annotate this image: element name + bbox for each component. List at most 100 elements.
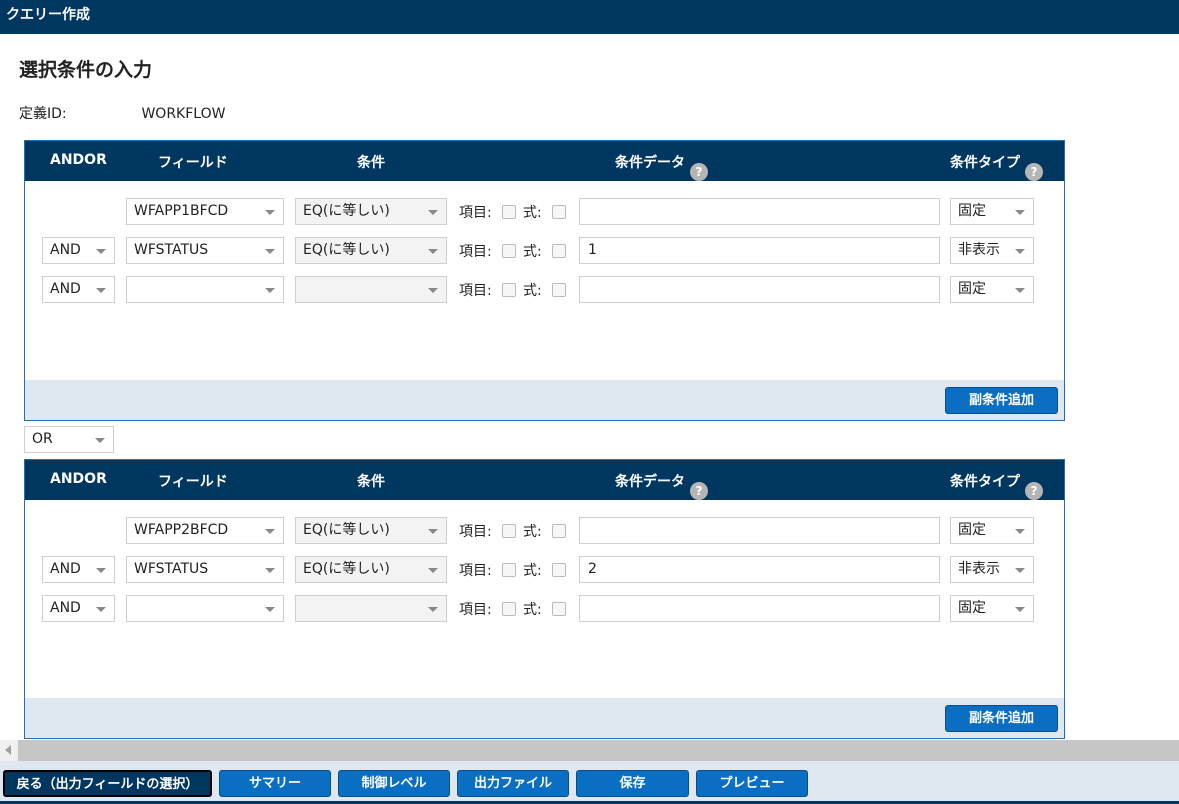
expr-checkbox[interactable]	[552, 244, 566, 258]
item-checkbox[interactable]	[502, 244, 516, 258]
field-select-value: WFSTATUS	[134, 242, 209, 258]
condition-data-input[interactable]	[579, 517, 940, 544]
expr-checkbox[interactable]	[552, 205, 566, 219]
chevron-down-icon	[428, 529, 438, 534]
condition-data-input[interactable]: 2	[579, 556, 940, 583]
item-checkbox[interactable]	[502, 283, 516, 297]
group-rows: WFAPP1BFCD EQ(に等しい) 項目: 式: 固定 AND WFSTAT…	[25, 181, 1064, 381]
help-icon[interactable]: ?	[1025, 482, 1043, 500]
item-checkbox[interactable]	[502, 205, 516, 219]
andor-select-value: AND	[50, 561, 81, 577]
expr-label: 式:	[523, 244, 542, 260]
andor-select[interactable]: AND	[42, 556, 115, 583]
chevron-down-icon	[428, 210, 438, 215]
col-condition-data: 条件データ?	[615, 471, 708, 500]
item-label: 項目:	[459, 602, 492, 618]
condition-data-input[interactable]	[579, 198, 940, 225]
chevron-down-icon	[265, 249, 275, 254]
col-condition-data-label: 条件データ	[615, 474, 685, 490]
col-condition-type: 条件タイプ?	[950, 152, 1043, 181]
condition-data-input[interactable]	[579, 276, 940, 303]
condition-type-select[interactable]: 非表示	[950, 556, 1034, 583]
add-subcondition-button[interactable]: 副条件追加	[945, 705, 1058, 732]
chevron-down-icon	[428, 607, 438, 612]
add-subcondition-button[interactable]: 副条件追加	[945, 387, 1058, 414]
condition-row: WFAPP2BFCD EQ(に等しい) 項目: 式: 固定	[25, 517, 1064, 544]
output-file-button[interactable]: 出力ファイル	[457, 770, 569, 797]
condition-group-1: ANDOR フィールド 条件 条件データ? 条件タイプ? WFAPP1BFCD …	[24, 140, 1065, 421]
condition-type-select[interactable]: 固定	[950, 276, 1034, 303]
chevron-down-icon	[1015, 568, 1025, 573]
field-select[interactable]: WFAPP1BFCD	[126, 198, 284, 225]
chevron-down-icon	[96, 288, 106, 293]
condition-select[interactable]: EQ(に等しい)	[295, 556, 447, 583]
condition-select[interactable]	[295, 595, 447, 622]
col-condition-type-label: 条件タイプ	[950, 474, 1020, 490]
item-label: 項目:	[459, 563, 492, 579]
field-select-value: WFSTATUS	[134, 561, 209, 577]
expr-checkbox[interactable]	[552, 283, 566, 297]
col-condition: 条件	[357, 474, 385, 490]
condition-data-input[interactable]	[579, 595, 940, 622]
field-select[interactable]: WFSTATUS	[126, 237, 284, 264]
group-footer: 副条件追加	[25, 380, 1064, 420]
condition-type-select[interactable]: 固定	[950, 595, 1034, 622]
col-condition-data: 条件データ?	[615, 152, 708, 181]
expr-checkbox[interactable]	[552, 563, 566, 577]
horizontal-scrollbar[interactable]	[0, 740, 1179, 761]
andor-select[interactable]: AND	[42, 595, 115, 622]
condition-type-select[interactable]: 固定	[950, 517, 1034, 544]
condition-select-value: EQ(に等しい)	[303, 522, 390, 538]
expr-checkbox[interactable]	[552, 602, 566, 616]
preview-button[interactable]: プレビュー	[696, 770, 808, 797]
condition-type-select[interactable]: 非表示	[950, 237, 1034, 264]
item-checkbox[interactable]	[502, 524, 516, 538]
item-checkbox[interactable]	[502, 602, 516, 616]
andor-select[interactable]: AND	[42, 276, 115, 303]
col-andor: ANDOR	[50, 152, 107, 168]
condition-select[interactable]	[295, 276, 447, 303]
condition-select[interactable]: EQ(に等しい)	[295, 517, 447, 544]
chevron-down-icon	[1015, 249, 1025, 254]
group-join-select[interactable]: OR	[24, 426, 114, 453]
chevron-down-icon	[265, 529, 275, 534]
control-level-button[interactable]: 制御レベル	[338, 770, 450, 797]
back-button[interactable]: 戻る（出力フィールドの選択）	[3, 770, 212, 797]
condition-select[interactable]: EQ(に等しい)	[295, 198, 447, 225]
condition-select[interactable]: EQ(に等しい)	[295, 237, 447, 264]
item-checkbox[interactable]	[502, 563, 516, 577]
chevron-down-icon	[428, 568, 438, 573]
scroll-left-icon[interactable]	[0, 740, 18, 761]
col-field: フィールド	[158, 155, 228, 171]
andor-select[interactable]: AND	[42, 237, 115, 264]
field-select[interactable]: WFAPP2BFCD	[126, 517, 284, 544]
condition-select-value: EQ(に等しい)	[303, 203, 390, 219]
field-select[interactable]: WFSTATUS	[126, 556, 284, 583]
chevron-down-icon	[265, 607, 275, 612]
expr-checkbox[interactable]	[552, 524, 566, 538]
condition-type-value: 固定	[958, 281, 986, 297]
expr-label: 式:	[523, 563, 542, 579]
help-icon[interactable]: ?	[690, 482, 708, 500]
condition-type-value: 固定	[958, 522, 986, 538]
save-button[interactable]: 保存	[576, 770, 689, 797]
chevron-down-icon	[1015, 529, 1025, 534]
field-select[interactable]	[126, 276, 284, 303]
expr-label: 式:	[523, 602, 542, 618]
condition-data-input[interactable]: 1	[579, 237, 940, 264]
chevron-down-icon	[1015, 288, 1025, 293]
help-icon[interactable]: ?	[690, 163, 708, 181]
chevron-down-icon	[428, 288, 438, 293]
condition-select-value: EQ(に等しい)	[303, 242, 390, 258]
page-title: 選択条件の入力	[19, 59, 153, 81]
summary-button[interactable]: サマリー	[219, 770, 331, 797]
help-icon[interactable]: ?	[1025, 163, 1043, 181]
field-select[interactable]	[126, 595, 284, 622]
item-label: 項目:	[459, 205, 492, 221]
andor-select-value: AND	[50, 281, 81, 297]
col-condition-type: 条件タイプ?	[950, 471, 1043, 500]
condition-type-select[interactable]: 固定	[950, 198, 1034, 225]
chevron-down-icon	[428, 249, 438, 254]
definition-id-value: WORKFLOW	[141, 106, 226, 122]
expr-label: 式:	[523, 524, 542, 540]
